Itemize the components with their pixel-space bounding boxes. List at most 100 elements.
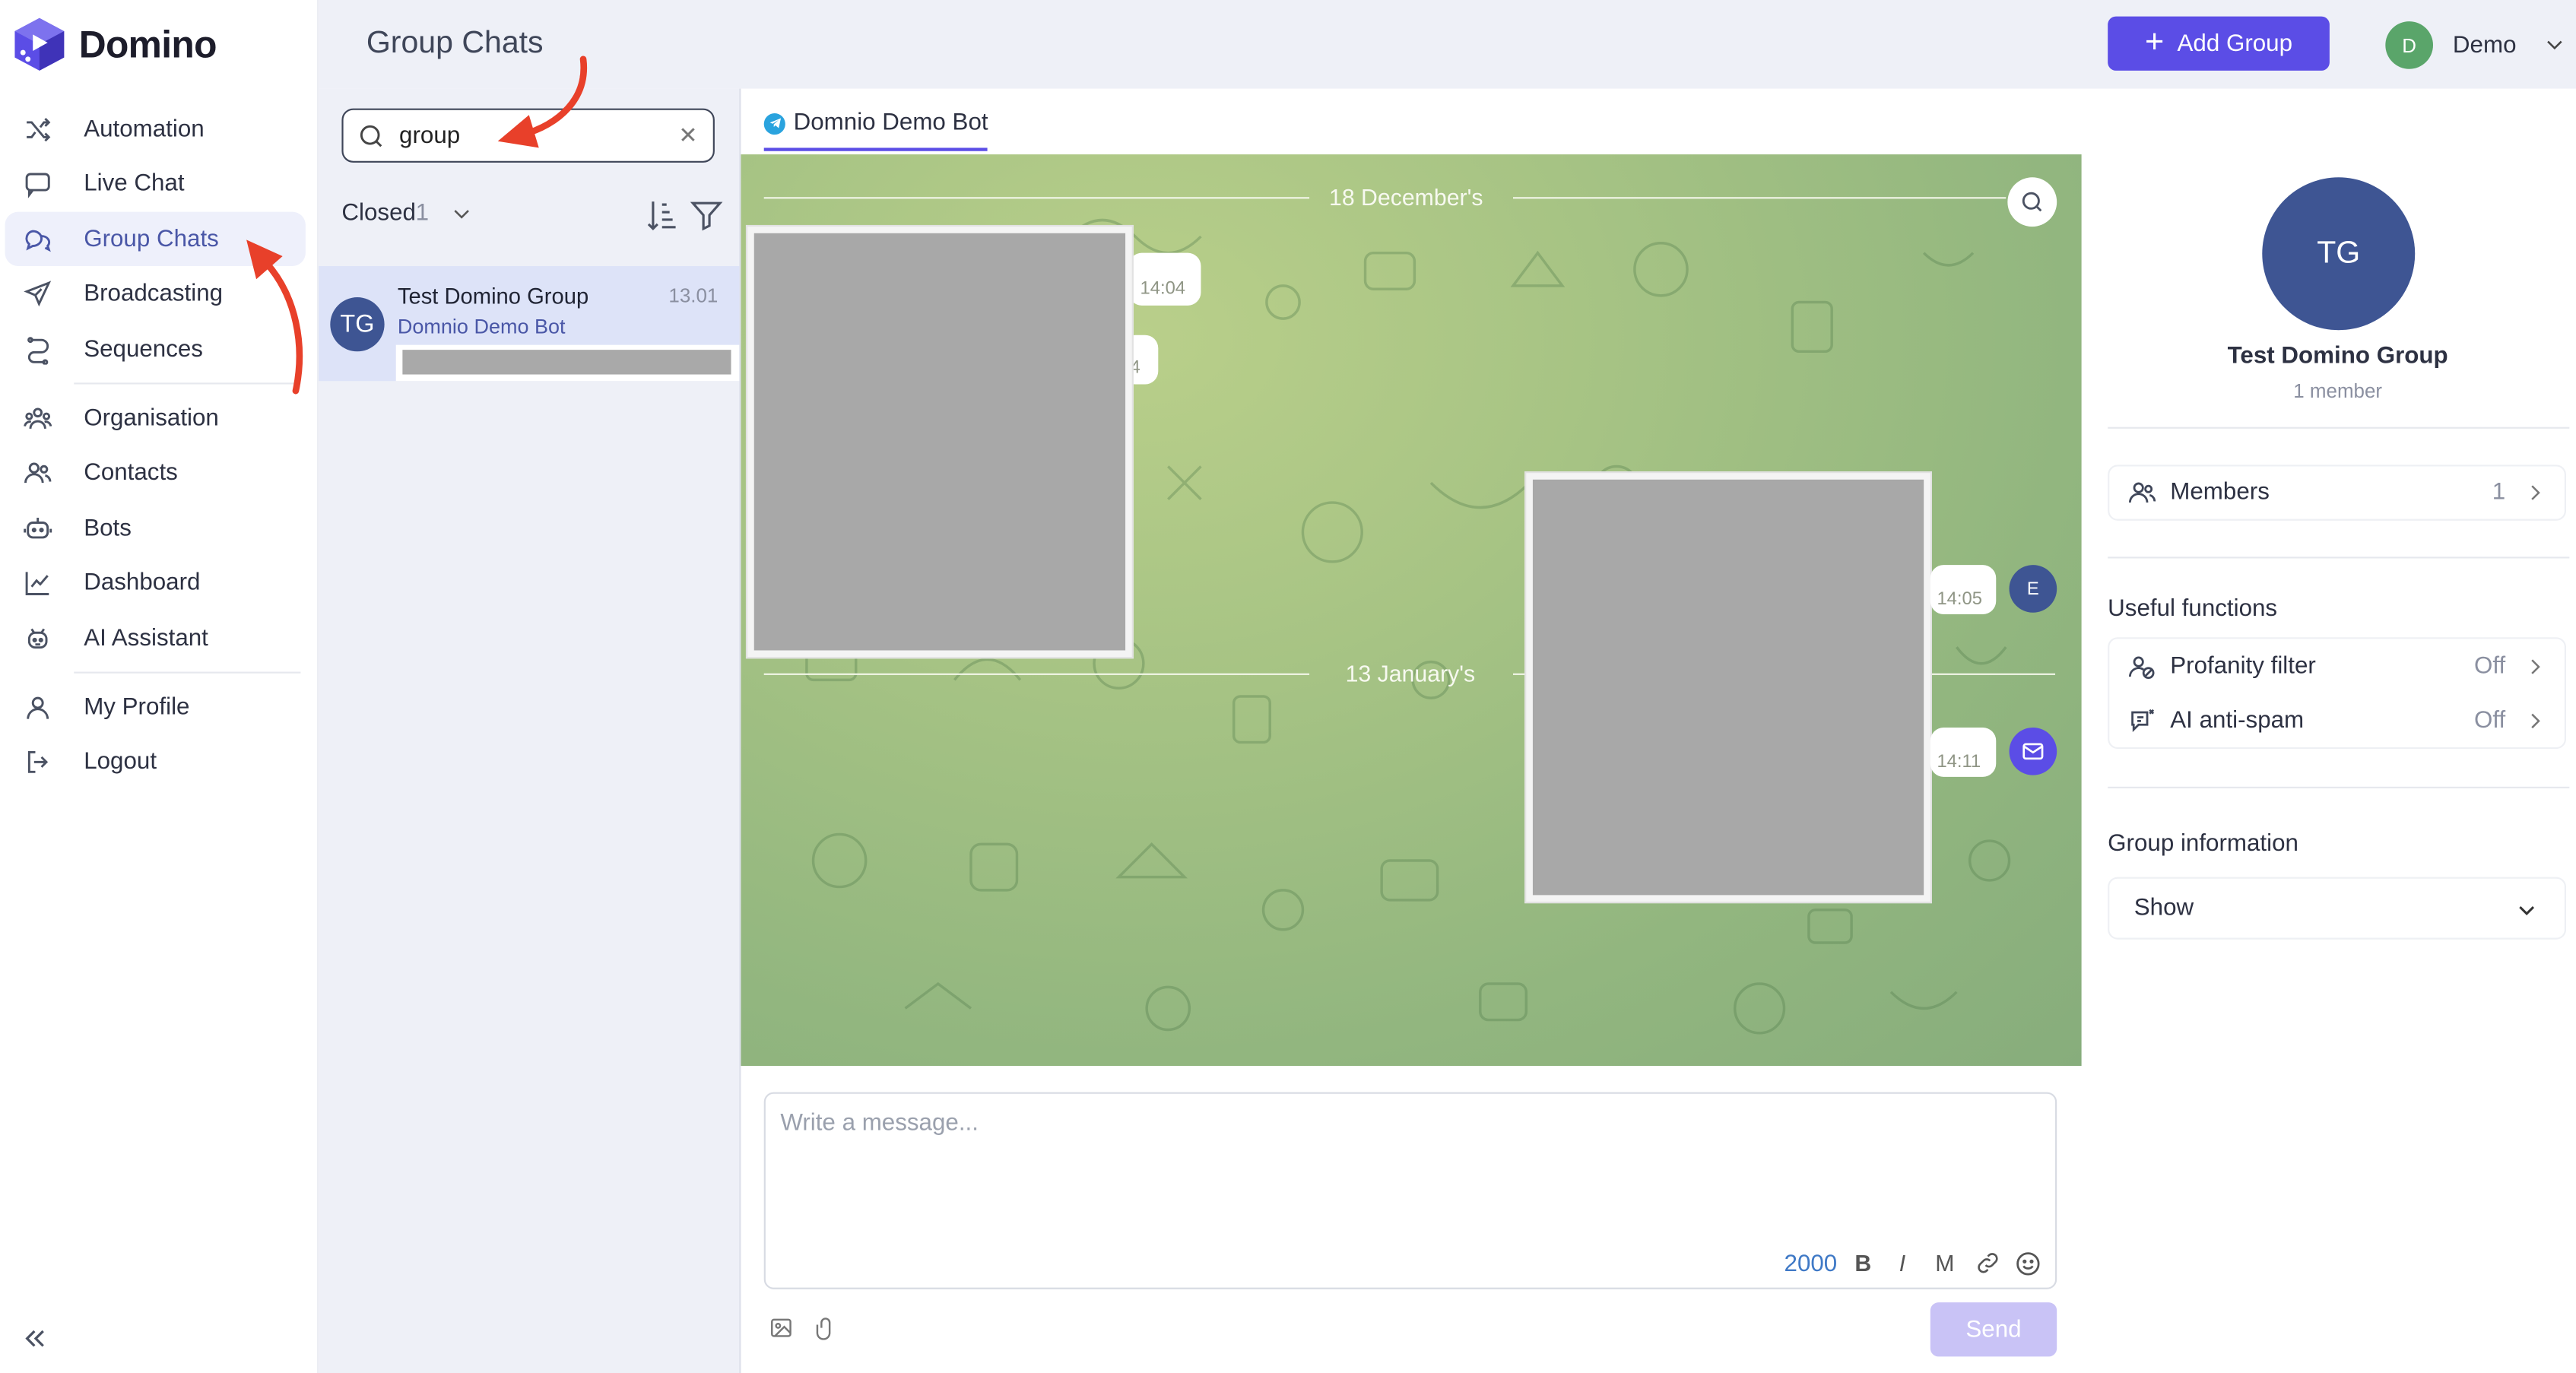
image-message[interactable]	[1524, 471, 1932, 904]
sidebar-item-label: Automation	[84, 116, 205, 142]
sidebar-item-automation[interactable]: Automation	[5, 102, 305, 156]
plus-icon: +	[2144, 24, 2165, 60]
paperclip-icon[interactable]	[814, 1315, 840, 1342]
divider	[2108, 426, 2570, 429]
tab-bot[interactable]: Domnio Demo Bot	[763, 110, 988, 151]
chat-bot-name: Domnio Demo Bot	[397, 315, 566, 339]
members-value: 1	[2492, 479, 2506, 506]
sidebar-divider	[74, 382, 301, 385]
group-name: Test Domino Group	[2227, 343, 2448, 370]
sidebar-item-live-chat[interactable]: Live Chat	[5, 157, 305, 211]
image-upload-icon[interactable]	[769, 1315, 795, 1342]
members-row[interactable]: Members 1	[2109, 467, 2568, 521]
search-icon	[357, 122, 386, 151]
character-count: 2000	[1784, 1251, 1838, 1278]
sidebar-item-group-chats[interactable]: Group Chats	[5, 211, 306, 266]
sidebar-item-my-profile[interactable]: My Profile	[5, 680, 305, 734]
brand-name: Domino	[78, 22, 217, 65]
sidebar-item-ai-assistant[interactable]: AI Assistant	[5, 611, 305, 665]
bold-button[interactable]: B	[1854, 1250, 1871, 1276]
sidebar-item-label: My Profile	[84, 693, 190, 721]
status-filter-label[interactable]: Closed	[341, 201, 416, 227]
bot-icon	[21, 512, 54, 544]
ai-anti-spam-row[interactable]: AI anti-spam Off	[2109, 695, 2568, 749]
sidebar-item-label: Organisation	[84, 404, 219, 432]
add-group-label: Add Group	[2177, 30, 2293, 57]
members-icon	[2127, 478, 2159, 509]
avatar: TG	[2262, 177, 2416, 331]
message-bubble[interactable]: 14:04	[1128, 252, 1201, 306]
message-area[interactable]: 18 December's 14:04 4 13 January's 14:05…	[741, 154, 2082, 1067]
chat-name: Test Domino Group	[397, 284, 589, 309]
add-group-button[interactable]: + Add Group	[2108, 16, 2330, 71]
chat-time: 13.01	[668, 284, 719, 307]
group-info-panel: TG Test Domino Group 1 member Members 1 …	[2083, 88, 2576, 1373]
sidebar-item-dashboard[interactable]: Dashboard	[5, 556, 305, 610]
message-composer[interactable]: Write a message... 2000 B I M	[763, 1092, 2057, 1289]
sidebar-item-broadcasting[interactable]: Broadcasting	[5, 267, 305, 321]
date-divider-line	[763, 673, 1310, 675]
sidebar-item-bots[interactable]: Bots	[5, 501, 305, 555]
logout-icon	[21, 746, 54, 778]
contacts-icon	[21, 457, 54, 490]
chat-list-item[interactable]: TG Test Domino Group 13.01 Domnio Demo B…	[319, 265, 740, 382]
select-value: Show	[2133, 895, 2194, 921]
date-divider-line	[1513, 197, 2007, 199]
group-information-select[interactable]: Show	[2108, 877, 2567, 940]
sort-icon[interactable]	[644, 197, 680, 233]
filter-funnel-icon[interactable]	[688, 197, 725, 233]
group-member-count: 1 member	[2293, 379, 2383, 403]
sidebar-item-label: Contacts	[84, 459, 178, 487]
chevron-right-icon	[2524, 481, 2546, 504]
message-time: 14:05	[1937, 589, 1982, 610]
sidebar-divider	[74, 671, 301, 674]
sidebar-nav: Automation Live Chat Group Chats Broadca…	[5, 102, 306, 790]
useful-functions-card: Profanity filter Off AI anti-spam Off	[2108, 637, 2568, 750]
sidebar-item-logout[interactable]: Logout	[5, 735, 305, 789]
search-messages-button[interactable]	[2007, 177, 2057, 227]
collapse-sidebar-icon[interactable]	[20, 1324, 52, 1356]
message-time: 14:11	[1937, 752, 1981, 772]
user-name: Demo	[2452, 32, 2517, 59]
emoji-icon[interactable]	[2014, 1250, 2044, 1279]
organisation-icon	[21, 401, 54, 434]
send-button[interactable]: Send	[1930, 1302, 2057, 1357]
ai-anti-spam-label: AI anti-spam	[2170, 708, 2305, 734]
message-bubble[interactable]: 14:05	[1930, 565, 1997, 614]
message-bubble[interactable]: 14:11	[1930, 728, 1997, 777]
filter-row: Closed 1	[341, 197, 729, 233]
ai-anti-spam-status: Off	[2474, 708, 2506, 734]
sidebar-item-label: Group Chats	[84, 226, 219, 252]
profanity-filter-status: Off	[2474, 653, 2506, 680]
monospace-button[interactable]: M	[1935, 1250, 1954, 1276]
chevron-right-icon	[2524, 655, 2546, 678]
conversation-panel: Domnio Demo Bot 18 December's 14:04 4 13…	[741, 88, 2083, 1373]
avatar	[2009, 728, 2057, 775]
sidebar-item-sequences[interactable]: Sequences	[5, 322, 305, 376]
link-icon[interactable]	[1975, 1250, 2004, 1279]
message-time: 14:04	[1140, 279, 1186, 300]
image-message[interactable]	[745, 224, 1134, 659]
sidebar-item-label: Sequences	[84, 335, 203, 363]
conversation-tabs: Domnio Demo Bot	[741, 89, 2083, 154]
brand-logo[interactable]: Domino	[13, 17, 217, 72]
clear-search-icon[interactable]: ✕	[678, 122, 697, 150]
user-menu[interactable]: D Demo	[2385, 21, 2562, 69]
italic-button[interactable]: I	[1899, 1250, 1905, 1276]
sidebar-item-organisation[interactable]: Organisation	[5, 391, 305, 445]
divider	[2108, 786, 2570, 788]
profanity-filter-row[interactable]: Profanity filter Off	[2109, 641, 2568, 695]
sidebar-item-contacts[interactable]: Contacts	[5, 446, 305, 500]
search-icon	[2022, 192, 2042, 212]
chat-bubble-icon	[21, 167, 54, 200]
composer-placeholder: Write a message...	[780, 1110, 979, 1137]
mail-icon	[2022, 743, 2044, 760]
shuffle-icon	[21, 113, 54, 145]
chevron-down-icon	[2515, 899, 2538, 921]
sidebar-item-label: Logout	[84, 749, 157, 775]
sidebar-item-label: Bots	[84, 515, 132, 541]
search-input[interactable]: group ✕	[341, 108, 715, 163]
chevron-down-icon[interactable]	[450, 202, 473, 225]
telegram-icon	[763, 112, 785, 135]
avatar: TG	[330, 297, 385, 352]
